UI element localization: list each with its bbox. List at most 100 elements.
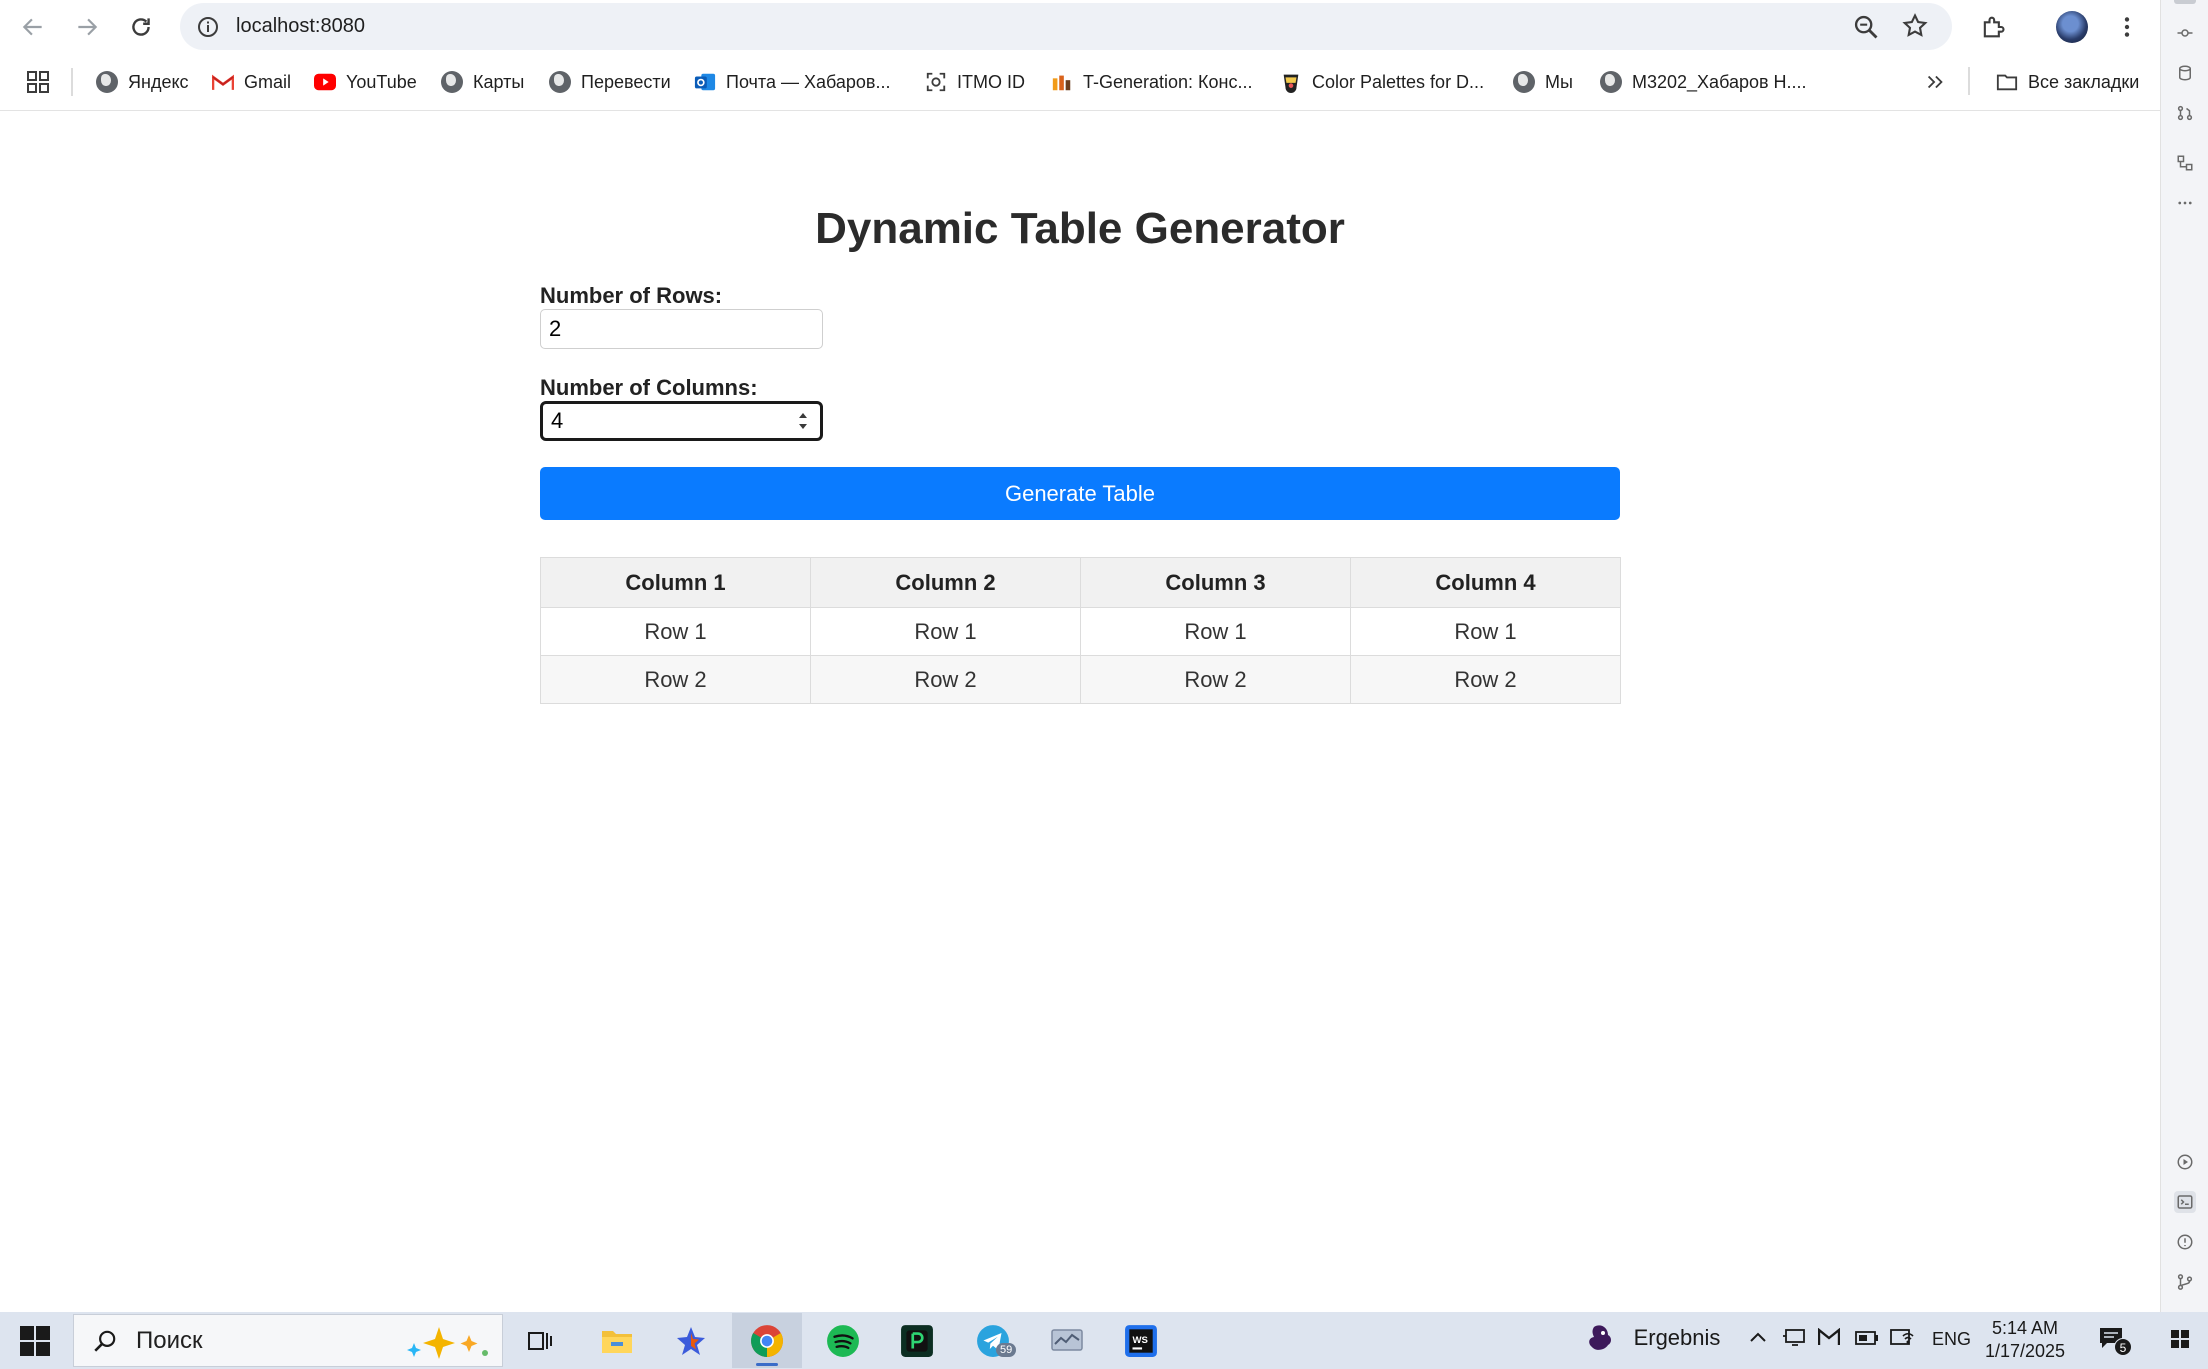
taskbar-search-placeholder: Поиск bbox=[136, 1326, 203, 1354]
run-icon[interactable] bbox=[2174, 1151, 2196, 1173]
windows-logo-small[interactable] bbox=[2170, 1329, 2190, 1355]
extensions-button[interactable] bbox=[1976, 10, 2010, 44]
rows-label: Number of Rows: bbox=[540, 283, 723, 308]
columns-label: Number of Columns: bbox=[540, 375, 758, 400]
bookmark-my[interactable]: Мы bbox=[1513, 67, 1573, 97]
folder-icon bbox=[1996, 71, 2018, 93]
bookmark-label: Gmail bbox=[244, 71, 292, 92]
system-clock[interactable]: 5:14 AM 1/17/2025 bbox=[1970, 1317, 2080, 1363]
globe-icon bbox=[441, 71, 463, 93]
taskbar-search-box[interactable]: Поиск bbox=[73, 1314, 503, 1367]
bookmark-t-generation[interactable]: T-Generation: Конс... bbox=[1051, 67, 1253, 97]
star-app-icon bbox=[677, 1326, 705, 1355]
more-vertical-icon bbox=[2124, 17, 2130, 37]
windows-start-button[interactable] bbox=[20, 1326, 50, 1356]
app-icon-star[interactable] bbox=[656, 1313, 726, 1368]
clock-time: 5:14 AM bbox=[1991, 1318, 2059, 1338]
profile-avatar[interactable] bbox=[2056, 11, 2088, 43]
windows-icon bbox=[2171, 1330, 2189, 1348]
database-icon[interactable] bbox=[2174, 62, 2196, 84]
bookmarks-divider bbox=[71, 68, 73, 96]
chevron-double-right-icon bbox=[1927, 75, 1943, 89]
chevron-up-icon bbox=[1750, 1332, 1766, 1342]
all-bookmarks-button[interactable]: Все закладки bbox=[1996, 67, 2139, 97]
bookmark-star-icon[interactable] bbox=[1901, 12, 1929, 40]
file-explorer-app[interactable] bbox=[582, 1313, 652, 1368]
columns-input[interactable] bbox=[540, 401, 823, 441]
apps-grid-icon bbox=[27, 71, 49, 93]
gmail-icon bbox=[212, 71, 234, 93]
git-branch-icon[interactable] bbox=[2174, 1271, 2196, 1293]
zoom-icon[interactable] bbox=[1852, 13, 1880, 41]
telegram-app[interactable]: 59 bbox=[958, 1313, 1028, 1368]
bookmark-m3202[interactable]: M3202_Хабаров Н.... bbox=[1600, 67, 1807, 97]
reload-icon bbox=[132, 18, 150, 36]
all-bookmarks-label: Все закладки bbox=[2028, 71, 2140, 92]
address-bar[interactable]: localhost:8080 bbox=[180, 3, 1952, 50]
table-header-cell: Column 3 bbox=[1080, 557, 1351, 608]
webstorm-app[interactable]: WS bbox=[1106, 1313, 1176, 1368]
number-spinner-icon[interactable] bbox=[796, 409, 810, 433]
site-info-icon[interactable] bbox=[196, 15, 220, 39]
back-button[interactable] bbox=[16, 10, 50, 44]
terminal-icon[interactable] bbox=[2174, 1191, 2196, 1213]
reload-button[interactable] bbox=[124, 10, 158, 44]
pycharm-app[interactable] bbox=[882, 1313, 952, 1368]
table-cell: Row 2 bbox=[540, 655, 811, 704]
more-horizontal-icon[interactable] bbox=[2174, 192, 2196, 214]
globe-icon bbox=[1600, 71, 1622, 93]
structure-icon[interactable] bbox=[2174, 152, 2196, 174]
weather-widget[interactable]: Ergebnis bbox=[1586, 1323, 1720, 1353]
bookmark-label: Яндекс bbox=[128, 71, 189, 92]
url-text: localhost:8080 bbox=[236, 15, 365, 37]
show-hidden-icons-button[interactable] bbox=[1748, 1328, 1768, 1354]
problems-icon[interactable] bbox=[2174, 1231, 2196, 1253]
tray-gmail-icon[interactable] bbox=[1817, 1327, 1841, 1352]
bookmark-maps[interactable]: Карты bbox=[441, 67, 524, 97]
bookmark-translate[interactable]: Перевести bbox=[549, 67, 671, 97]
tray-network-icon[interactable] bbox=[1890, 1327, 1914, 1355]
bookmark-label: M3202_Хабаров Н.... bbox=[1632, 71, 1807, 92]
bookmark-youtube[interactable]: YouTube bbox=[314, 67, 417, 97]
table-row: Row 2 Row 2 Row 2 Row 2 bbox=[540, 655, 1621, 704]
generate-table-button[interactable]: Generate Table bbox=[540, 467, 1620, 520]
bookmark-label: ITMO ID bbox=[957, 71, 1025, 92]
bookmark-label: Карты bbox=[473, 71, 525, 92]
bookmarks-overflow-button[interactable] bbox=[1924, 67, 1946, 97]
bookmark-label: YouTube bbox=[346, 71, 417, 92]
battery-icon bbox=[1855, 1331, 1878, 1345]
table-header-cell: Column 2 bbox=[810, 557, 1081, 608]
chrome-app[interactable] bbox=[732, 1313, 802, 1368]
notifications-button[interactable]: 5 bbox=[2098, 1326, 2132, 1356]
table-header-row: Column 1 Column 2 Column 3 Column 4 bbox=[540, 557, 1621, 608]
bookmark-yandex[interactable]: Яндекс bbox=[96, 67, 189, 97]
table-cell: Row 1 bbox=[1080, 607, 1351, 656]
tray-battery-icon[interactable] bbox=[1855, 1329, 1879, 1352]
bookmark-mail[interactable]: Почта — Хабаров... bbox=[694, 67, 891, 97]
system-monitor-app[interactable] bbox=[1032, 1313, 1102, 1368]
webstorm-icon: WS bbox=[1125, 1324, 1157, 1357]
tray-display-icon[interactable] bbox=[1782, 1328, 1806, 1354]
rows-input[interactable] bbox=[540, 309, 823, 349]
bookmark-label: T-Generation: Конс... bbox=[1083, 71, 1253, 92]
itmo-icon bbox=[925, 71, 947, 93]
bookmark-gmail[interactable]: Gmail bbox=[212, 67, 291, 97]
commit-icon[interactable] bbox=[2174, 22, 2196, 44]
bookmark-label: Color Palettes for D... bbox=[1312, 71, 1485, 92]
pull-request-icon[interactable] bbox=[2174, 102, 2196, 124]
bookmark-itmo-id[interactable]: ITMO ID bbox=[925, 67, 1025, 97]
task-view-button[interactable] bbox=[505, 1313, 575, 1368]
input-language[interactable]: ENG bbox=[1932, 1329, 1971, 1350]
browser-toolbar: localhost:8080 bbox=[0, 0, 2160, 53]
dark-app-icon bbox=[901, 1324, 933, 1357]
table-cell: Row 2 bbox=[810, 655, 1081, 704]
spotify-app[interactable] bbox=[808, 1313, 878, 1368]
apps-button[interactable] bbox=[26, 67, 50, 97]
bookmark-color-palettes[interactable]: Color Palettes for D... bbox=[1280, 67, 1484, 97]
forward-button[interactable] bbox=[70, 10, 104, 44]
bookmarks-bar: Яндекс Gmail YouTube Карты Перевести Поч… bbox=[0, 53, 2160, 111]
table-cell: Row 2 bbox=[1080, 655, 1351, 704]
browser-menu-button[interactable] bbox=[2110, 10, 2144, 44]
scroll-handle[interactable] bbox=[2174, 0, 2196, 4]
folder-icon bbox=[602, 1330, 632, 1353]
